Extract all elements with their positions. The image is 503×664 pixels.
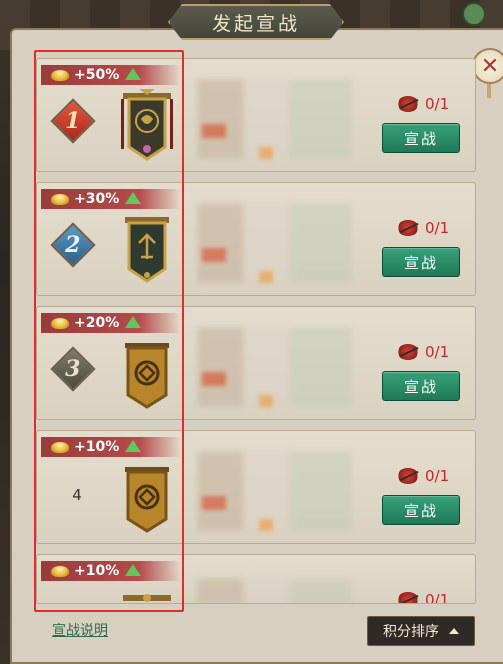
rank-number: 2: [65, 232, 81, 258]
blurred-guild-info: [197, 79, 352, 159]
war-help-link[interactable]: 宣战说明: [52, 620, 108, 640]
ingot-icon: [51, 69, 69, 81]
blurred-accent: [259, 147, 273, 159]
caret-up-icon: [449, 628, 459, 634]
blurred-guild-info: [197, 579, 352, 603]
blurred-accent: [202, 248, 226, 262]
corner-ornament: [462, 2, 486, 26]
crossed-swords-icon: [397, 592, 419, 603]
rank-number: 3: [65, 356, 81, 382]
bonus-value: +30%: [74, 191, 120, 207]
guild-banner-icon: [125, 343, 169, 409]
blurred-accent: [259, 395, 273, 407]
sort-label: 积分排序: [383, 624, 439, 640]
rank-number: 1: [65, 108, 81, 134]
dialog-title: 发起宣战: [211, 12, 300, 35]
blurred-accent: [202, 124, 226, 138]
declare-war-button[interactable]: 宣战: [382, 123, 460, 153]
crossed-swords-icon: [397, 468, 419, 484]
list-item: +50% 1 0/1 宣战: [36, 58, 476, 172]
close-button[interactable]: ✕: [472, 48, 503, 84]
sort-by-score-button[interactable]: 积分排序: [367, 616, 475, 646]
declare-war-button[interactable]: 宣战: [382, 247, 460, 277]
declare-war-button[interactable]: 宣战: [382, 495, 460, 525]
bonus-value: +50%: [74, 67, 120, 83]
list-item: +10% 4 0/1 宣战: [36, 430, 476, 544]
ingot-icon: [51, 565, 69, 577]
bonus-tag: +50%: [41, 65, 181, 85]
list-item: +10% 0/1: [36, 554, 476, 604]
count-value: 0/1: [425, 591, 450, 604]
bonus-value: +20%: [74, 315, 120, 331]
rank-badge: 3: [50, 346, 96, 392]
blurred-accent: [202, 372, 226, 386]
bonus-tag: +20%: [41, 313, 181, 333]
blurred-accent: [259, 271, 273, 283]
declare-count: 0/1: [397, 467, 449, 485]
guild-banner-icon: [123, 594, 171, 602]
close-icon: ✕: [480, 53, 500, 79]
list-item: +20% 3 0/1 宣战: [36, 306, 476, 420]
bonus-value: +10%: [74, 439, 120, 455]
count-value: 0/1: [425, 467, 450, 485]
guild-banner-icon: [125, 217, 169, 283]
rank-badge: 1: [50, 98, 96, 144]
blurred-guild-info: [197, 203, 352, 283]
bonus-tag: +10%: [41, 437, 181, 457]
title-banner: 发起宣战: [168, 4, 344, 40]
ingot-icon: [51, 441, 69, 453]
bonus-tag: +10%: [41, 561, 181, 581]
rank-number: 4: [72, 486, 82, 504]
guild-banner-icon: [121, 89, 173, 161]
ingot-icon: [51, 317, 69, 329]
blurred-accent: [202, 496, 226, 510]
list-item: +30% 2 0/1 宣战: [36, 182, 476, 296]
crossed-swords-icon: [397, 220, 419, 236]
blurred-accent: [259, 519, 273, 531]
rank-badge: 2: [50, 222, 96, 268]
blurred-guild-info: [197, 451, 352, 531]
bonus-value: +10%: [74, 563, 120, 579]
up-arrow-icon: [125, 316, 142, 328]
count-value: 0/1: [425, 95, 450, 113]
up-arrow-icon: [125, 68, 142, 80]
blurred-guild-info: [197, 327, 352, 407]
ingot-icon: [51, 193, 69, 205]
guild-banner-icon: [125, 467, 169, 533]
up-arrow-icon: [125, 440, 142, 452]
close-tassel: [487, 84, 491, 98]
count-value: 0/1: [425, 219, 450, 237]
bonus-tag: +30%: [41, 189, 181, 209]
declare-count: 0/1: [397, 343, 449, 361]
declare-count: 0/1: [397, 591, 450, 604]
declare-count: 0/1: [397, 95, 449, 113]
up-arrow-icon: [125, 192, 142, 204]
declare-war-button[interactable]: 宣战: [382, 371, 460, 401]
crossed-swords-icon: [397, 344, 419, 360]
crossed-swords-icon: [397, 96, 419, 112]
count-value: 0/1: [425, 343, 450, 361]
up-arrow-icon: [125, 564, 142, 576]
declare-count: 0/1: [397, 219, 449, 237]
